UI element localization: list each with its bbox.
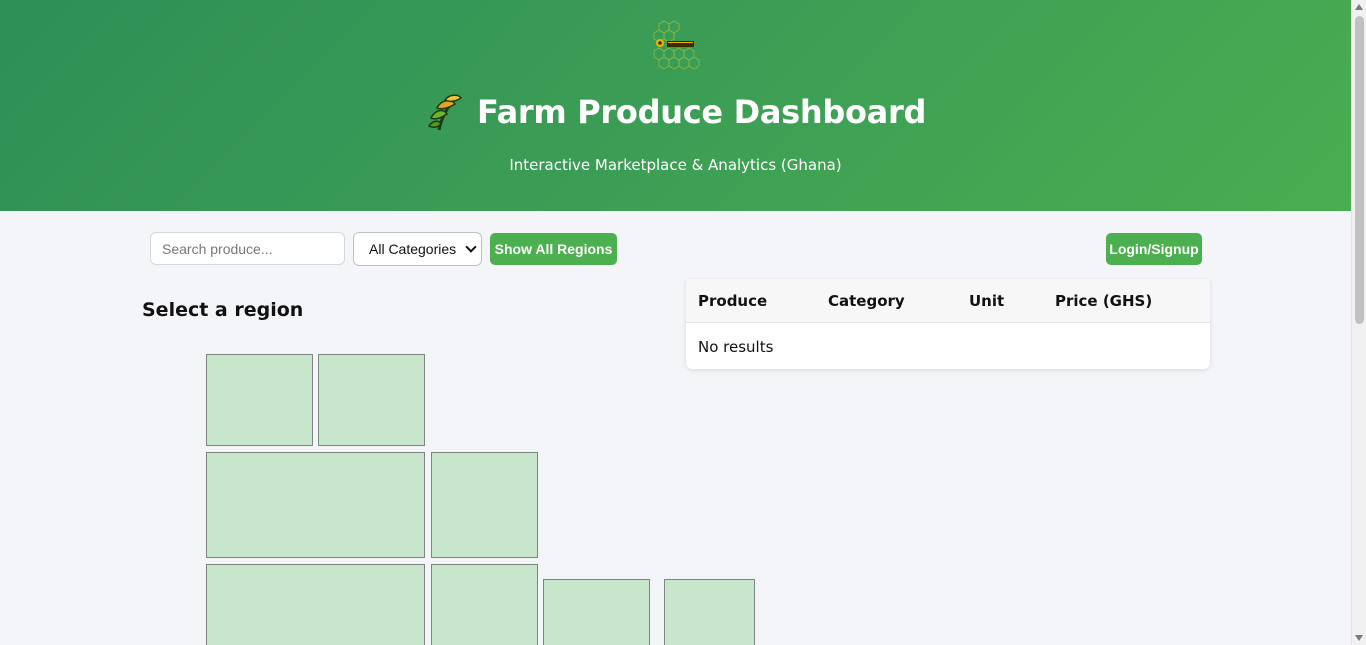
show-all-regions-button[interactable]: Show All Regions [490, 233, 617, 265]
region-tile[interactable] [431, 564, 538, 645]
page-header: Farm Produce Dashboard Interactive Marke… [0, 0, 1351, 211]
chevron-down-icon [465, 241, 477, 253]
wheat-icon [427, 94, 462, 131]
column-header-category: Category [828, 292, 905, 310]
scroll-up-arrow-icon[interactable] [1355, 4, 1363, 10]
honeycomb-logo-icon [653, 20, 700, 70]
region-tile[interactable] [664, 579, 755, 645]
region-tile[interactable] [206, 354, 313, 446]
region-tile[interactable] [431, 452, 538, 558]
title-row: Farm Produce Dashboard [0, 92, 1351, 132]
region-tile[interactable] [206, 452, 425, 558]
column-header-unit: Unit [969, 292, 1005, 310]
column-header-price: Price (GHS) [1055, 292, 1153, 310]
table-header: Produce Category Unit Price (GHS) [686, 279, 1210, 323]
page-title: Farm Produce Dashboard [476, 93, 927, 131]
region-heading: Select a region [142, 299, 304, 321]
page-subtitle: Interactive Marketplace & Analytics (Gha… [509, 156, 842, 174]
page-scrollbar[interactable] [1351, 0, 1366, 645]
region-tile[interactable] [318, 354, 425, 446]
scroll-down-arrow-icon[interactable] [1355, 635, 1363, 641]
search-input[interactable] [150, 232, 345, 265]
region-tile[interactable] [543, 579, 650, 645]
login-signup-button[interactable]: Login/Signup [1106, 233, 1202, 265]
produce-table: Produce Category Unit Price (GHS) No res… [686, 279, 1210, 369]
category-select[interactable]: All Categories [353, 232, 482, 266]
region-tile[interactable] [206, 564, 425, 645]
category-select-value: All Categories [369, 241, 457, 257]
column-header-produce: Produce [698, 292, 768, 310]
scrollbar-thumb[interactable] [1355, 16, 1364, 324]
empty-results-message: No results [698, 338, 774, 356]
